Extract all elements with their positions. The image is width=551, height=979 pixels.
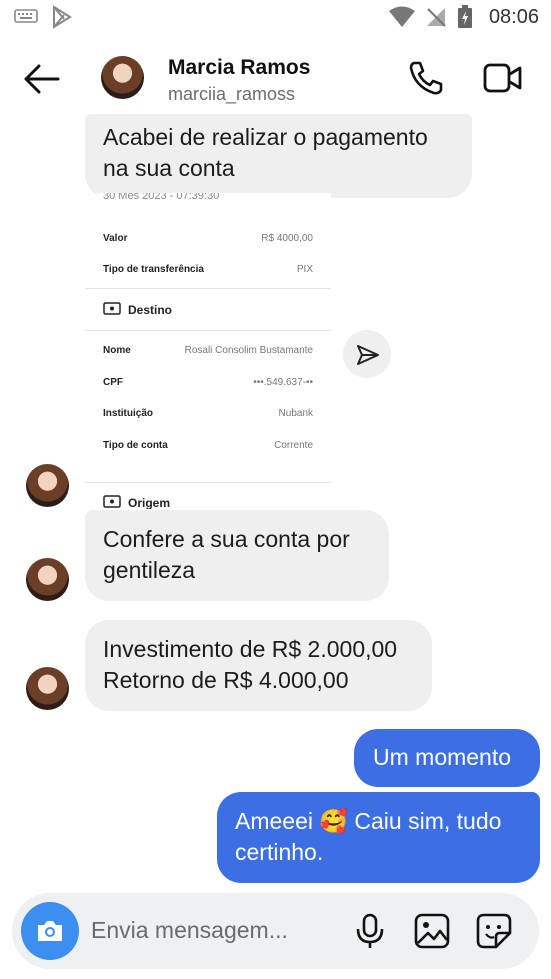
message-text: Confere a sua conta por gentileza (103, 526, 350, 583)
received-message[interactable]: Acabei de realizar o pagamento na sua co… (85, 114, 472, 198)
payment-receipt-image[interactable]: 30 Mes 2023 - 07:39:30 Valor R$ 4000,00 … (85, 193, 331, 509)
message-input[interactable]: Envia mensagem... (91, 917, 288, 944)
receipt-label: Valor (103, 233, 128, 244)
received-message[interactable]: Investimento de R$ 2.000,00 Retorno de R… (85, 620, 432, 711)
sent-message[interactable]: Um momento (354, 729, 540, 787)
battery-charging-icon (458, 5, 472, 28)
receipt-value: •••.549.637-•• (253, 377, 313, 388)
microphone-icon[interactable] (355, 913, 385, 949)
sent-message[interactable]: Ameeei 🥰 Caiu sim, tudo certinho. (217, 792, 540, 883)
receipt-label: Tipo de conta (103, 440, 168, 451)
status-time: 08:06 (488, 6, 539, 28)
receipt-value: R$ 4000,00 (261, 233, 313, 244)
receipt-label: CPF (103, 377, 123, 388)
bank-transfer-icon (103, 495, 121, 508)
send-icon (357, 345, 379, 365)
message-text: Um momento (373, 744, 512, 770)
wifi-icon (389, 6, 415, 27)
receipt-label: Tipo de transferência (103, 264, 204, 275)
divider (85, 482, 331, 483)
play-store-icon (53, 5, 72, 29)
status-bar: 08:06 (0, 0, 551, 34)
receipt-value: Rosali Consolim Bustamante (184, 345, 313, 356)
message-composer: Envia mensagem... (12, 893, 539, 969)
share-button[interactable] (343, 330, 391, 378)
message-text-line: Retorno de R$ 4.000,00 (103, 667, 349, 693)
received-message[interactable]: Confere a sua conta por gentileza (85, 510, 389, 601)
video-call-icon[interactable] (483, 62, 523, 94)
sender-avatar[interactable] (26, 464, 69, 507)
message-text-line: Investimento de R$ 2.000,00 (103, 636, 398, 662)
divider (85, 288, 331, 289)
receipt-value: Nubank (278, 408, 313, 419)
receipt-section-origem: Origem (128, 496, 171, 509)
no-signal-icon (427, 8, 446, 27)
divider (85, 330, 331, 331)
camera-icon (38, 921, 62, 941)
back-arrow-icon[interactable] (24, 64, 60, 94)
message-text: Acabei de realizar o pagamento na sua co… (103, 124, 428, 181)
receipt-label: Nome (103, 345, 131, 356)
sender-avatar[interactable] (26, 667, 69, 710)
gallery-icon[interactable] (414, 913, 450, 949)
sticker-icon[interactable] (476, 913, 512, 949)
bank-transfer-icon (103, 302, 121, 315)
receipt-value: Corrente (274, 440, 313, 451)
phone-call-icon[interactable] (408, 60, 444, 96)
receipt-label: Instituição (103, 408, 154, 419)
receipt-value: PIX (296, 264, 313, 275)
camera-button[interactable] (21, 902, 79, 960)
chat-header: Marcia Ramos marciia_ramoss (0, 34, 551, 124)
contact-name[interactable]: Marcia Ramos (168, 56, 310, 80)
sender-avatar[interactable] (26, 558, 69, 601)
receipt-date: 30 Mes 2023 - 07:39:30 (103, 193, 220, 202)
contact-username[interactable]: marciia_ramoss (168, 84, 295, 105)
receipt-section-destino: Destino (128, 303, 173, 317)
keyboard-icon (14, 9, 38, 23)
message-text: Ameeei 🥰 Caiu sim, tudo certinho. (235, 808, 502, 865)
contact-avatar[interactable] (101, 56, 144, 99)
